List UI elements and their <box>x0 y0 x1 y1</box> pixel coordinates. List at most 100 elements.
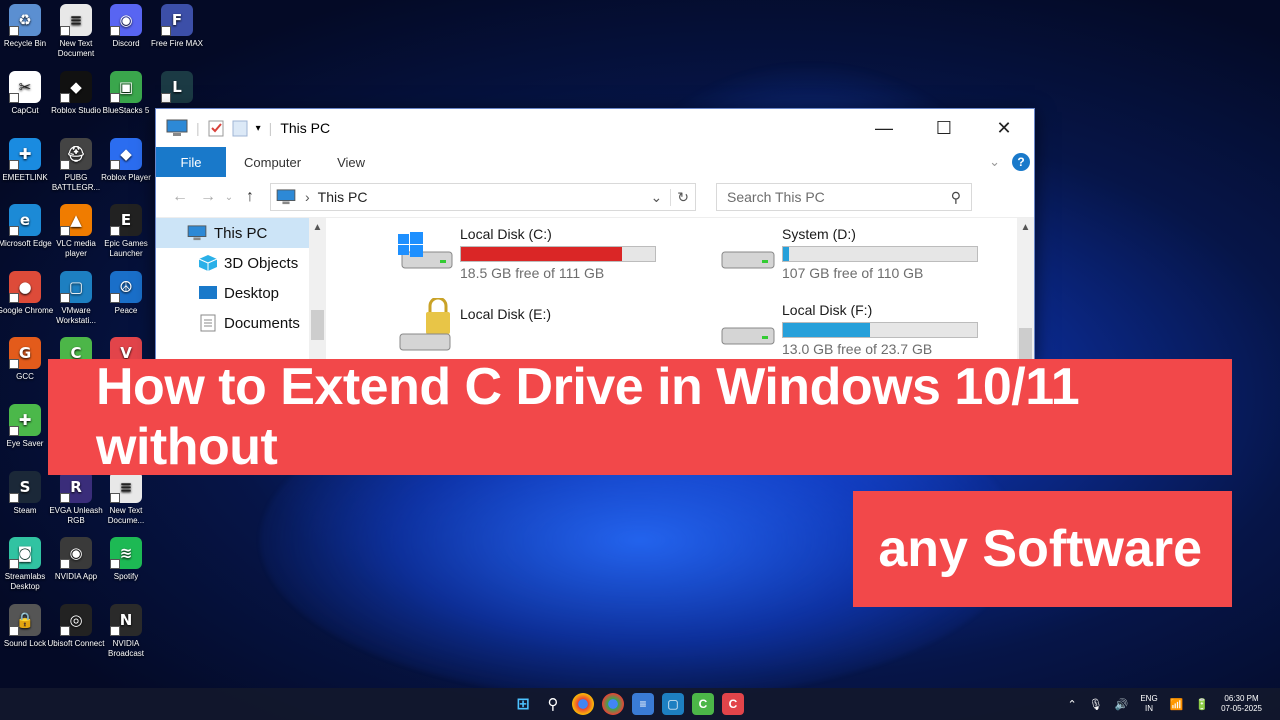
notepad-taskbar-icon[interactable]: ≡ <box>632 693 654 715</box>
nav-item-desktop[interactable]: Desktop <box>156 278 326 308</box>
nav-item-this-pc[interactable]: This PC <box>156 218 316 248</box>
speaker-icon[interactable]: 🔊 <box>1115 698 1129 711</box>
shortcut-label: Peace <box>114 306 138 315</box>
usage-fill <box>461 247 623 261</box>
cube-icon <box>198 255 218 271</box>
customize-toolbar-icon[interactable]: ▾ <box>256 123 261 134</box>
sound-lock-icon: 🔒 <box>9 604 41 636</box>
usage-fill <box>783 323 871 337</box>
microphone-icon[interactable]: 🎙 <box>1089 698 1103 711</box>
close-button[interactable]: ✕ <box>974 109 1034 147</box>
banner-text-2: any Software <box>878 520 1202 578</box>
address-path: This PC <box>317 189 368 205</box>
properties-icon[interactable] <box>208 119 224 137</box>
desktop-shortcut[interactable]: E Epic Games Launcher <box>95 204 157 259</box>
desktop-shortcut[interactable]: ◆ Roblox Player <box>95 138 157 183</box>
chrome-taskbar-icon[interactable] <box>572 693 594 715</box>
streamlabs-icon: ◙ <box>9 537 41 569</box>
title-banner-line2: any Software <box>853 491 1232 607</box>
shortcut-label: New Text Docume... <box>107 506 145 525</box>
show-hidden-icons[interactable]: ⌃ <box>1067 698 1076 711</box>
vmware-taskbar-icon[interactable]: ▢ <box>662 693 684 715</box>
desktop-shortcut[interactable]: ≡ New Text Docume... <box>95 471 157 526</box>
text-document-icon: ≡ <box>60 4 92 36</box>
help-button[interactable]: ? <box>1012 153 1030 171</box>
computer-icon <box>166 119 188 136</box>
up-icon[interactable]: ↑ <box>236 188 264 206</box>
tab-computer[interactable]: Computer <box>226 155 319 170</box>
navpane-scrollbar[interactable]: ▲ <box>309 218 326 361</box>
start-button[interactable]: ⊞ <box>512 693 534 715</box>
windows-drive-icon <box>398 232 453 269</box>
drives-area: Local Disk (C:) 18.5 GB free of 111 GB S… <box>326 218 1034 361</box>
address-row: ← → ⌄ ↑ › This PC ⌄ ↻ Search This PC ⚲ <box>156 177 1034 218</box>
file-explorer-window[interactable]: | ▾ | This PC — ☐ ✕ File Computer View ⌄… <box>155 108 1035 362</box>
content-scrollbar[interactable]: ▲ <box>1017 218 1034 361</box>
recent-locations-icon[interactable]: ⌄ <box>222 192 236 203</box>
drive-e[interactable]: Local Disk (E:) <box>396 298 552 354</box>
forward-icon[interactable]: → <box>194 188 222 206</box>
drive-name: Local Disk (E:) <box>460 306 552 322</box>
chrome-profile-taskbar-icon[interactable] <box>602 693 624 715</box>
new-folder-icon[interactable] <box>232 119 248 137</box>
wifi-icon[interactable]: 📶 <box>1170 698 1184 711</box>
search-button[interactable]: ⚲ <box>542 693 564 715</box>
roblox-player-icon: ◆ <box>110 138 142 170</box>
nav-item-3d-objects[interactable]: 3D Objects <box>156 248 326 278</box>
desktop-shortcut[interactable]: ≋ Spotify <box>95 537 157 582</box>
usage-bar <box>782 322 978 338</box>
scroll-up-icon[interactable]: ▲ <box>309 222 326 233</box>
bluestacks-icon: ▣ <box>110 71 142 103</box>
locked-drive-icon <box>399 298 451 351</box>
ribbon-tabs: File Computer View ⌄ ? <box>156 147 1034 177</box>
free-space: 13.0 GB free of 23.7 GB <box>782 341 933 357</box>
title-bar[interactable]: | ▾ | This PC — ☐ ✕ <box>156 109 1034 147</box>
address-bar[interactable]: › This PC ⌄ ↻ <box>270 183 696 211</box>
expand-ribbon-icon[interactable]: ⌄ <box>989 154 1000 170</box>
free-fire-icon: F <box>161 4 193 36</box>
camtasia-taskbar-icon[interactable]: C <box>692 693 714 715</box>
recorder-taskbar-icon[interactable]: C <box>722 693 744 715</box>
maximize-button[interactable]: ☐ <box>914 109 974 147</box>
drive-icon <box>721 251 775 269</box>
desktop-shortcut[interactable]: N NVIDIA Broadcast <box>95 604 157 659</box>
nvidia-icon: ◉ <box>60 537 92 569</box>
desktop-shortcut[interactable]: L <box>146 71 208 106</box>
lang-bottom: IN <box>1145 704 1153 713</box>
address-dropdown-icon[interactable]: ⌄ <box>651 189 663 206</box>
recycle-bin-icon: ♻ <box>9 4 41 36</box>
desktop-shortcut[interactable]: F Free Fire MAX <box>146 4 208 49</box>
steam-icon: S <box>9 471 41 503</box>
documents-icon <box>200 314 216 332</box>
search-input[interactable]: Search This PC ⚲ <box>716 183 972 211</box>
battery-icon[interactable]: 🔋 <box>1195 698 1209 711</box>
scroll-thumb[interactable] <box>311 310 324 340</box>
nav-label: 3D Objects <box>224 254 299 272</box>
desktop-shortcut[interactable]: ☮ Peace <box>95 271 157 316</box>
refresh-icon[interactable]: ↻ <box>670 188 695 206</box>
clock[interactable]: 06:30 PM 07-05-2025 <box>1221 694 1262 714</box>
time: 06:30 PM <box>1224 694 1259 703</box>
shortcut-label: Epic Games Launcher <box>104 239 148 258</box>
language-indicator[interactable]: ENG IN <box>1140 694 1157 714</box>
back-icon[interactable]: ← <box>166 188 194 206</box>
drive-f[interactable]: Local Disk (F:) 13.0 GB free of 23.7 GB <box>718 302 978 357</box>
shortcut-label: BlueStacks 5 <box>102 106 150 115</box>
free-space: 18.5 GB free of 111 GB <box>460 265 605 281</box>
tab-view[interactable]: View <box>319 155 383 170</box>
discord-icon: ◉ <box>110 4 142 36</box>
banner-text-1: How to Extend C Drive in Windows 10/11 w… <box>96 358 1080 476</box>
gcc-icon: G <box>9 337 41 369</box>
nav-label: Desktop <box>224 284 280 302</box>
shortcut-label: Spotify <box>113 572 139 581</box>
nav-item-documents[interactable]: Documents <box>156 308 326 338</box>
scroll-up-icon[interactable]: ▲ <box>1017 222 1034 233</box>
drive-c[interactable]: Local Disk (C:) 18.5 GB free of 111 GB <box>396 226 656 281</box>
drive-d[interactable]: System (D:) 107 GB free of 110 GB <box>718 226 978 281</box>
nvidia-broadcast-icon: N <box>110 604 142 636</box>
pubg-icon: ⛑ <box>60 138 92 170</box>
minimize-button[interactable]: — <box>854 109 914 147</box>
nav-label: This PC <box>214 224 268 242</box>
tab-file[interactable]: File <box>156 147 226 177</box>
ubisoft-icon: ◎ <box>60 604 92 636</box>
